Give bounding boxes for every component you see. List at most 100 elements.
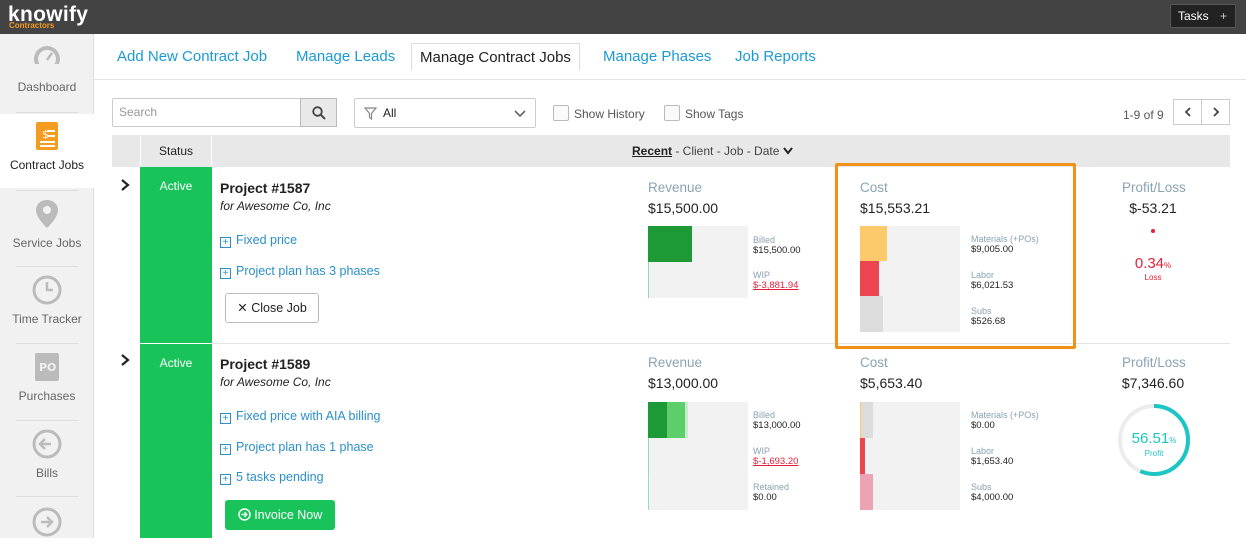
show-tags-label: Show Tags [685, 107, 744, 121]
sidebar-item-bills[interactable]: Bills [0, 428, 94, 498]
table-row: Active Project #1589 for Awesome Co, Inc… [112, 344, 1230, 538]
metric-value: $13,000.00 [753, 420, 801, 431]
cost-bars [860, 402, 960, 510]
sort-selector[interactable]: Recent - Client - Job - Date [632, 144, 793, 158]
job-detail-link[interactable]: + Project plan has 1 phase [220, 440, 374, 455]
sort-active-option[interactable]: Recent [632, 144, 672, 158]
pager-count: 1-9 of 9 [1123, 108, 1164, 122]
percent-unit: % [1164, 261, 1172, 270]
metric-value: $4,000.00 [971, 492, 1014, 503]
sidebar-item-time-tracker[interactable]: Time Tracker [0, 274, 94, 344]
arrow-left-circle-icon [32, 429, 62, 459]
plus-box-icon: + [220, 474, 231, 485]
sidebar-item-label: Service Jobs [12, 236, 82, 250]
tab-manage-contract-jobs[interactable]: Manage Contract Jobs [411, 43, 580, 71]
expand-chevron-icon[interactable] [120, 354, 130, 366]
sidebar-item-contract-jobs[interactable]: $ Contract Jobs [0, 114, 94, 188]
metric-label: Labor [971, 446, 995, 456]
search-input[interactable]: Search [112, 98, 301, 127]
tab-add-new-contract-job[interactable]: Add New Contract Job [109, 43, 275, 71]
metric-label: Subs [971, 482, 992, 492]
profit-percent: 56.51% [1116, 430, 1192, 447]
sidebar-divider [16, 496, 78, 497]
link-label: Project plan has 3 phases [236, 264, 380, 278]
sidebar-item-more[interactable] [0, 506, 94, 546]
filter-select[interactable]: All [354, 98, 536, 128]
profit-loss-value: $7,346.60 [1121, 375, 1185, 391]
invoice-now-button[interactable]: Invoice Now [225, 500, 335, 530]
wip-bar [648, 438, 649, 474]
project-title[interactable]: Project #1587 [220, 180, 310, 196]
close-job-button[interactable]: ✕ Close Job [225, 293, 319, 323]
subs-bar [860, 474, 873, 510]
profit-loss-value: $-53.21 [1129, 200, 1177, 216]
billed-bar [648, 226, 692, 262]
metric-value: $0.00 [971, 420, 995, 431]
cost-label: Cost [860, 355, 888, 370]
sidebar-item-label: Time Tracker [12, 312, 82, 326]
metric-label: Billed [753, 410, 776, 420]
plus-box-icon: + [220, 268, 231, 279]
sidebar-divider [16, 420, 78, 421]
materials-bar [861, 402, 873, 438]
sidebar-divider [16, 343, 78, 344]
sidebar-item-label: Dashboard [17, 80, 77, 94]
chevron-right-icon [1213, 107, 1220, 117]
show-tags-checkbox[interactable] [664, 105, 680, 121]
expand-chevron-icon[interactable] [120, 179, 130, 191]
profit-kind: Loss [1144, 273, 1162, 282]
sidebar-item-purchases[interactable]: PO Purchases [0, 351, 94, 421]
sidebar-divider [16, 190, 78, 191]
billed-bar [648, 402, 667, 438]
filter-value: All [383, 106, 397, 120]
metric-label: Materials (+POs) [971, 410, 1039, 420]
arrow-right-circle-icon [237, 508, 251, 521]
metric-value[interactable]: $-3,881.94 [753, 280, 798, 291]
logo-subtitle: Contractors [9, 21, 55, 30]
sidebar: Dashboard $ Contract Jobs Service Jobs T… [0, 34, 94, 538]
status-column-header: Status [140, 135, 212, 167]
percent-value: 56.51 [1131, 430, 1170, 447]
job-detail-link[interactable]: +5 tasks pending [220, 470, 324, 485]
percent-value: 0.34 [1134, 255, 1165, 272]
sidebar-item-label: Contract Jobs [9, 158, 85, 172]
search-button[interactable] [300, 98, 337, 127]
clock-icon [32, 275, 62, 305]
tab-job-reports[interactable]: Job Reports [727, 43, 824, 71]
wip-bar [648, 262, 649, 298]
prev-page-button[interactable] [1173, 99, 1202, 125]
sidebar-item-service-jobs[interactable]: Service Jobs [0, 198, 94, 268]
metric-label: Billed [753, 235, 776, 245]
link-label: Project plan has 1 phase [236, 440, 374, 454]
sidebar-item-dashboard[interactable]: Dashboard [0, 42, 94, 112]
link-label: Fixed price with AIA billing [236, 409, 381, 423]
funnel-icon [364, 107, 377, 120]
next-page-button[interactable] [1201, 99, 1230, 125]
search-icon [312, 106, 326, 120]
tab-bar: Add New Contract Job Manage Leads Manage… [94, 34, 1246, 80]
job-detail-link[interactable]: + Project plan has 3 phases [220, 264, 380, 279]
arrow-right-circle-icon [32, 507, 62, 537]
po-document-icon: PO [35, 353, 59, 381]
project-title[interactable]: Project #1589 [220, 356, 310, 372]
job-detail-link[interactable]: + Fixed price with AIA billing [220, 409, 381, 424]
status-badge: Active [140, 344, 212, 538]
profit-percent: 0.34% [1122, 255, 1184, 272]
profit-loss-label: Profit/Loss [1122, 355, 1186, 370]
job-detail-link[interactable]: + Fixed price [220, 233, 297, 248]
plus-box-icon: + [220, 444, 231, 455]
sidebar-divider [16, 266, 78, 267]
show-history-checkbox[interactable] [553, 105, 569, 121]
revenue-label: Revenue [648, 355, 703, 370]
tab-manage-leads[interactable]: Manage Leads [288, 43, 403, 71]
revenue-value: $13,000.00 [648, 375, 719, 391]
metric-value[interactable]: $-1,693.20 [753, 456, 798, 467]
revenue-bars [648, 402, 748, 510]
cost-highlight-box [835, 163, 1076, 349]
tab-manage-phases[interactable]: Manage Phases [595, 43, 719, 71]
tasks-button[interactable]: Tasks + [1170, 4, 1236, 28]
metric-label: WIP [753, 270, 770, 280]
percent-unit: % [1169, 436, 1177, 445]
client-name: for Awesome Co, Inc [220, 199, 331, 213]
metric-label: WIP [753, 446, 770, 456]
